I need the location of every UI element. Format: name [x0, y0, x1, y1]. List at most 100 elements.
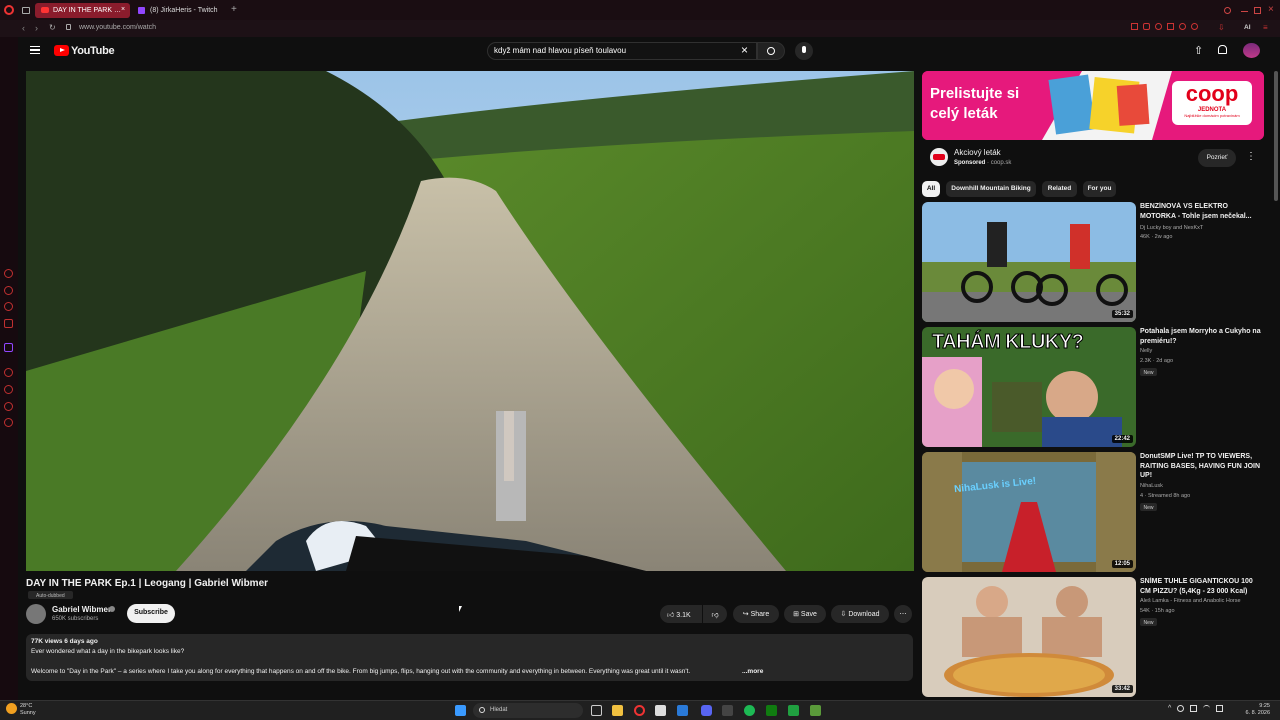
voice-search-button[interactable]: [795, 42, 813, 60]
pinboards-icon[interactable]: [4, 402, 13, 411]
tab-youtube-video[interactable]: DAY IN THE PARK Ep.1: [35, 3, 130, 18]
task-view-icon[interactable]: [591, 705, 602, 716]
twitch-sidebar-icon[interactable]: [4, 343, 13, 352]
channel-avatar[interactable]: [26, 604, 46, 624]
recommendation-thumbnail[interactable]: 33:42: [922, 577, 1136, 697]
download-manager-icon[interactable]: ⇩: [1218, 23, 1225, 32]
subscribe-button[interactable]: Subscribe: [127, 604, 175, 623]
save-button[interactable]: ⊞ Save: [784, 605, 826, 623]
vpn-icon[interactable]: [1155, 23, 1162, 30]
search-input[interactable]: když mám nad hlavou píseň toulavou: [494, 46, 734, 55]
notifications-bell-icon[interactable]: [1218, 45, 1227, 54]
youtube-logo-text[interactable]: YouTube: [71, 45, 115, 57]
dislike-button[interactable]: 👎︎: [703, 605, 727, 623]
chip-for-you[interactable]: For you: [1083, 181, 1116, 197]
file-explorer-icon[interactable]: [612, 705, 623, 716]
ad-title[interactable]: Akciový leták: [954, 148, 1001, 157]
settings-gear-icon[interactable]: [4, 418, 13, 427]
recommendation-channel[interactable]: Nelly: [1140, 348, 1264, 354]
recommendation-channel[interactable]: Dj Lucky boy and NexKxT: [1140, 225, 1264, 231]
recommendation-channel[interactable]: Aleš Lamka - Fitness and Anabolic Horse: [1140, 598, 1264, 604]
opera-taskbar-icon[interactable]: [634, 705, 645, 716]
heart-icon[interactable]: [1191, 23, 1198, 30]
download-button[interactable]: ⇩ Download: [831, 605, 889, 623]
taskbar-clock[interactable]: 9:25 6. 8. 2026: [1242, 703, 1270, 717]
recommendation-channel[interactable]: NihaLusk: [1140, 483, 1264, 489]
recommendation-thumbnail[interactable]: 35:32: [922, 202, 1136, 322]
bookmark-star-icon[interactable]: [1179, 23, 1186, 30]
back-icon[interactable]: ‹: [22, 23, 25, 33]
opera-logo-icon[interactable]: [4, 5, 14, 15]
recommendation-title[interactable]: BENZÍNOVÁ VS ELEKTRO MOTORKA - Tohle jse…: [1140, 202, 1264, 221]
browser-menu-icon[interactable]: ≡: [1263, 23, 1268, 32]
taskbar-search[interactable]: Hledat: [473, 703, 583, 718]
share-button[interactable]: ↪ Share: [733, 605, 779, 623]
network-icon[interactable]: [1190, 705, 1198, 712]
xbox-app-icon[interactable]: [788, 705, 799, 716]
ad-more-vertical-icon[interactable]: ⋮: [1246, 151, 1256, 162]
minecraft-icon[interactable]: [810, 705, 821, 716]
weather-icon[interactable]: [6, 703, 17, 714]
show-more-link[interactable]: ...more: [742, 668, 763, 675]
like-button[interactable]: 👍︎ 3.1K: [660, 605, 702, 623]
recommendation-title[interactable]: SNÍME TUHLE GIGANTICKOU 100 CM PIZZU? (5…: [1140, 577, 1264, 596]
spotify-icon[interactable]: [744, 705, 755, 716]
video-player[interactable]: [26, 71, 914, 571]
recommendation-title[interactable]: Potahala jsem Morryho a Cukyho na premié…: [1140, 327, 1264, 346]
shield-icon[interactable]: [1143, 23, 1150, 30]
game-app-icon[interactable]: [722, 705, 733, 716]
close-tab-icon[interactable]: ×: [121, 6, 125, 13]
calendar-icon[interactable]: [655, 705, 666, 716]
extensions-icons[interactable]: [1131, 23, 1211, 32]
search-button[interactable]: [757, 42, 785, 60]
outlook-icon[interactable]: [677, 705, 688, 716]
upload-icon[interactable]: ⇧: [1194, 44, 1203, 57]
new-tab-plus-icon[interactable]: +: [231, 4, 237, 15]
instagram-icon[interactable]: [4, 319, 13, 328]
close-window-icon[interactable]: ×: [1268, 4, 1274, 15]
translate-icon[interactable]: [1167, 23, 1174, 30]
hamburger-menu-icon[interactable]: [30, 46, 40, 54]
xbox-icon[interactable]: [766, 705, 777, 716]
tab-twitch[interactable]: (8) JirkaHeris - Twitch: [132, 3, 227, 18]
chatgpt-icon[interactable]: [4, 269, 13, 278]
history-icon[interactable]: [4, 385, 13, 394]
minimize-window-icon[interactable]: [1241, 11, 1248, 12]
more-actions-button[interactable]: ⋯: [894, 605, 912, 623]
camera-icon[interactable]: [1131, 23, 1138, 30]
channel-name[interactable]: Gabriel Wibmer: [52, 605, 111, 614]
ad-cta-button[interactable]: Pozrieť: [1198, 149, 1236, 167]
clear-search-icon[interactable]: ×: [741, 43, 748, 57]
chip-downhill-mountain-biking[interactable]: Downhill Mountain Biking: [946, 181, 1036, 197]
recommendation-title[interactable]: DonutSMP Live! TP TO VIEWERS, RAITING BA…: [1140, 452, 1264, 481]
page-scrollbar[interactable]: [1274, 71, 1278, 201]
chip-related[interactable]: Related: [1042, 181, 1077, 197]
maximize-window-icon[interactable]: [1254, 7, 1261, 14]
wifi-icon[interactable]: [1203, 705, 1211, 712]
player-icon[interactable]: [4, 368, 13, 377]
search-icon: [479, 707, 485, 713]
weather-widget[interactable]: 28°C Sunny: [20, 703, 36, 717]
forward-icon[interactable]: ›: [35, 23, 38, 33]
recommendation-thumbnail[interactable]: TAHÁM KLUKY? 22:42: [922, 327, 1136, 447]
tray-chevron-icon[interactable]: ^: [1168, 705, 1171, 715]
ad-banner[interactable]: Prelistujte si celý leták coop JEDNOTA N…: [922, 71, 1264, 140]
discord-icon[interactable]: [701, 705, 712, 716]
url-field[interactable]: www.youtube.com/watch: [79, 24, 156, 31]
youtube-logo-icon[interactable]: [54, 45, 69, 56]
reload-icon[interactable]: ↻: [49, 23, 56, 32]
aria-icon[interactable]: [4, 286, 13, 295]
account-avatar[interactable]: [1243, 43, 1260, 58]
volume-icon[interactable]: [1216, 705, 1224, 712]
recommendation-thumbnail[interactable]: NihaLusk is Live! 12:05: [922, 452, 1136, 572]
messenger-icon[interactable]: [4, 302, 13, 311]
chip-all[interactable]: All: [922, 181, 940, 197]
system-tray-icons[interactable]: ^: [1168, 705, 1238, 715]
ai-button[interactable]: AI: [1244, 24, 1251, 31]
windows-start-icon[interactable]: [455, 705, 466, 716]
search-tabs-icon[interactable]: [1224, 7, 1231, 14]
workspaces-icon[interactable]: [22, 7, 30, 14]
onedrive-icon[interactable]: [1177, 705, 1185, 712]
new-badge: New: [1140, 503, 1157, 511]
advertiser-logo[interactable]: [930, 148, 948, 166]
